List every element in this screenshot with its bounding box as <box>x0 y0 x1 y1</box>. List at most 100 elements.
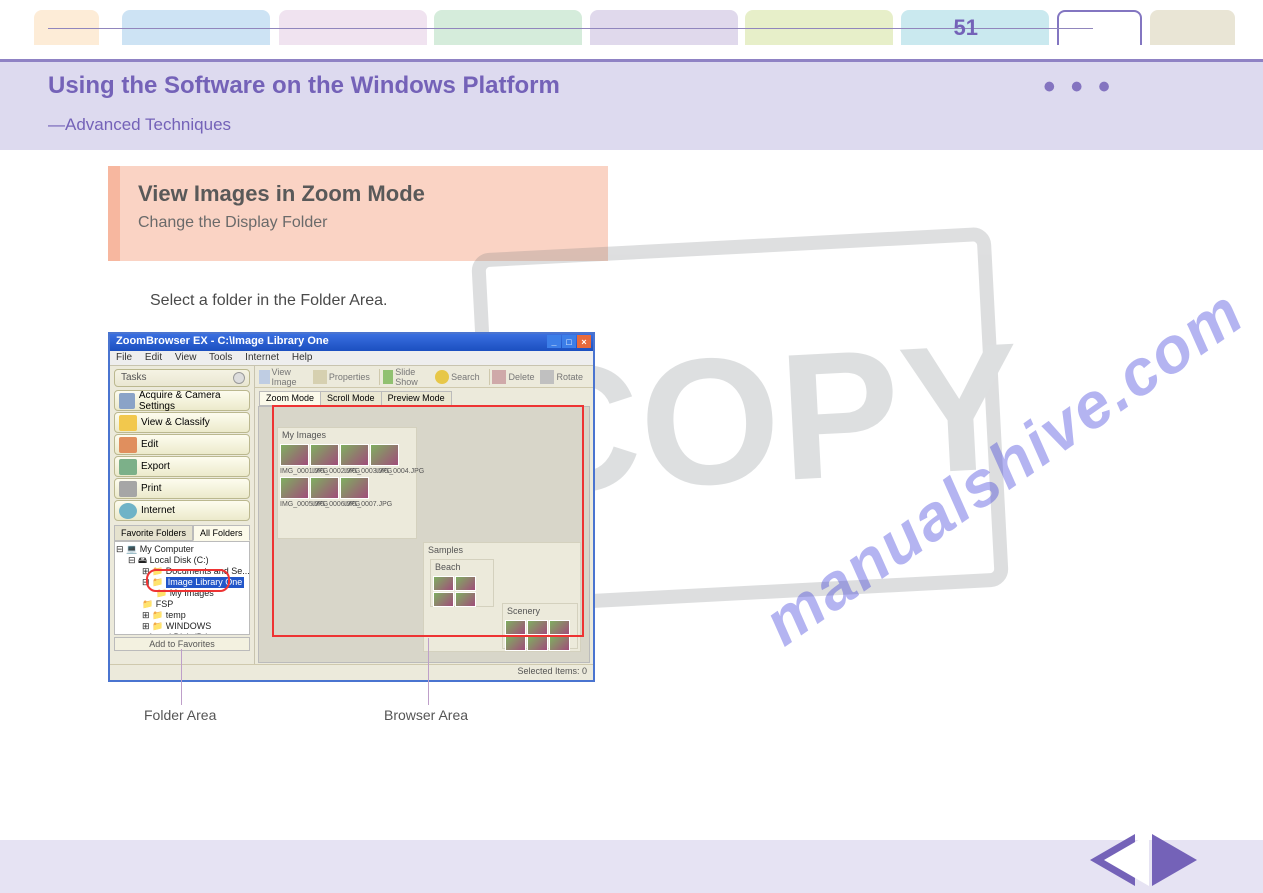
mode-tabs: Zoom Mode Scroll Mode Preview Mode <box>255 388 593 406</box>
tb-search[interactable]: Search <box>435 370 480 384</box>
thumb[interactable] <box>455 592 476 607</box>
copy-letter-o: O <box>635 315 786 529</box>
thumb[interactable] <box>340 444 369 466</box>
view-image-icon <box>259 370 270 384</box>
nav-next-icon[interactable] <box>1152 834 1197 886</box>
selected-items-text: Selected Items: 0 <box>517 666 587 676</box>
edit-icon <box>119 437 137 453</box>
right-pane: View Image Properties Slide Show Search … <box>255 366 593 666</box>
folder-beach-label: Beach <box>431 560 493 574</box>
status-bar: Selected Items: 0 <box>110 664 593 680</box>
section-title: View Images in Zoom Mode <box>138 181 425 207</box>
accent-stripe <box>108 166 120 261</box>
add-to-favorites-button[interactable]: Add to Favorites <box>114 637 250 651</box>
window-titlebar: ZoomBrowser EX - C:\Image Library One _ … <box>110 334 593 351</box>
page-number: 51 <box>954 15 978 41</box>
menu-internet[interactable]: Internet <box>245 352 279 363</box>
tree-fsp: 📁 FSP <box>116 599 248 610</box>
task-print[interactable]: Print <box>114 478 250 499</box>
menu-view[interactable]: View <box>175 352 197 363</box>
folder-my-images-label: My Images <box>278 428 416 442</box>
folder-icon <box>119 415 137 431</box>
tab-8[interactable] <box>1150 10 1235 45</box>
thumb[interactable] <box>527 620 548 635</box>
page-title: Using the Software on the Windows Platfo… <box>48 72 560 100</box>
thumb[interactable] <box>370 444 399 466</box>
folder-beach[interactable]: Beach <box>430 559 494 607</box>
menu-file[interactable]: File <box>116 352 132 363</box>
tab-strip <box>0 10 1263 62</box>
export-icon <box>119 459 137 475</box>
task-edit[interactable]: Edit <box>114 434 250 455</box>
task-export[interactable]: Export <box>114 456 250 477</box>
task-view-label: View & Classify <box>141 417 210 428</box>
thumb[interactable] <box>549 636 570 651</box>
footer <box>0 840 1263 893</box>
task-acquire[interactable]: Acquire & Camera Settings <box>114 390 250 411</box>
minimize-button[interactable]: _ <box>547 335 561 348</box>
task-internet[interactable]: Internet <box>114 500 250 521</box>
copy-letter-y: Y <box>894 302 1025 515</box>
tree-local-disk-c: ⊟ 🖴 Local Disk (C:) <box>116 555 248 566</box>
tb-rotate[interactable]: Rotate <box>540 370 583 384</box>
folder-tree[interactable]: ⊟ 💻 My Computer ⊟ 🖴 Local Disk (C:) ⊞ 📁 … <box>114 541 250 635</box>
task-print-label: Print <box>141 483 162 494</box>
thumb[interactable] <box>505 620 526 635</box>
zoombrowser-window: ZoomBrowser EX - C:\Image Library One _ … <box>108 332 595 682</box>
toolbar: View Image Properties Slide Show Search … <box>255 366 593 388</box>
folder-scenery[interactable]: Scenery <box>502 603 578 649</box>
maximize-button[interactable]: □ <box>562 335 576 348</box>
callout-line-folder-area <box>181 649 182 705</box>
tb-view-image[interactable]: View Image <box>259 367 307 387</box>
menu-edit[interactable]: Edit <box>145 352 162 363</box>
tasks-label: Tasks <box>121 372 147 383</box>
tree-documents: ⊞ 📁 Documents and Se... <box>116 566 248 577</box>
toolbar-sep-1 <box>379 369 380 385</box>
tab-favorite-folders[interactable]: Favorite Folders <box>114 525 193 541</box>
tb-slide-show[interactable]: Slide Show <box>383 367 429 387</box>
tab-all-folders[interactable]: All Folders <box>193 525 250 541</box>
thumb[interactable] <box>455 576 476 591</box>
folder-scenery-label: Scenery <box>503 604 577 618</box>
close-button[interactable]: × <box>577 335 591 348</box>
task-view-classify[interactable]: View & Classify <box>114 412 250 433</box>
page-subtitle: —Advanced Techniques <box>48 115 231 135</box>
menu-help[interactable]: Help <box>292 352 313 363</box>
thumb[interactable] <box>310 444 339 466</box>
tasks-header[interactable]: Tasks <box>114 369 250 387</box>
tab-scroll-mode[interactable]: Scroll Mode <box>320 391 382 406</box>
folder-samples[interactable]: Samples Beach Scenery <box>423 542 581 652</box>
thumb[interactable] <box>433 576 454 591</box>
task-acquire-label: Acquire & Camera Settings <box>139 390 245 412</box>
callout-folder-area: Folder Area <box>144 707 216 723</box>
thumb[interactable] <box>433 592 454 607</box>
tree-temp: ⊞ 📁 temp <box>116 610 248 621</box>
menu-tools[interactable]: Tools <box>209 352 232 363</box>
callout-browser-area: Browser Area <box>384 707 468 723</box>
thumb[interactable] <box>310 477 339 499</box>
task-list: Acquire & Camera Settings View & Classif… <box>114 390 250 521</box>
callout-line-browser-area <box>428 638 429 705</box>
tree-local-disk-d: ⊞ 🖴 Local Disk (D:) <box>116 632 248 635</box>
nav-prev-icon[interactable] <box>1090 834 1135 886</box>
slideshow-icon <box>383 370 394 384</box>
folder-my-images[interactable]: My Images IMG_0001.JPG IMG_0002.JPG IMG_… <box>277 427 417 539</box>
browser-area[interactable]: My Images IMG_0001.JPG IMG_0002.JPG IMG_… <box>258 406 590 663</box>
thumb[interactable] <box>340 477 369 499</box>
thumb[interactable] <box>280 477 309 499</box>
header-dots-icon: • • • <box>1043 68 1113 107</box>
thumb[interactable] <box>527 636 548 651</box>
thumb[interactable] <box>280 444 309 466</box>
folder-tabs: Favorite Folders All Folders <box>114 525 250 541</box>
tree-image-library-one: ⊟ 📁 Image Library One <box>116 577 248 588</box>
properties-icon <box>313 370 327 384</box>
tab-preview-mode[interactable]: Preview Mode <box>381 391 452 406</box>
folder-samples-label: Samples <box>424 543 580 557</box>
tb-delete[interactable]: Delete <box>492 370 534 384</box>
tb-properties[interactable]: Properties <box>313 370 370 384</box>
task-export-label: Export <box>141 461 170 472</box>
thumb[interactable] <box>505 636 526 651</box>
tasks-back-icon[interactable] <box>233 372 245 384</box>
tab-zoom-mode[interactable]: Zoom Mode <box>259 391 321 406</box>
thumb[interactable] <box>549 620 570 635</box>
